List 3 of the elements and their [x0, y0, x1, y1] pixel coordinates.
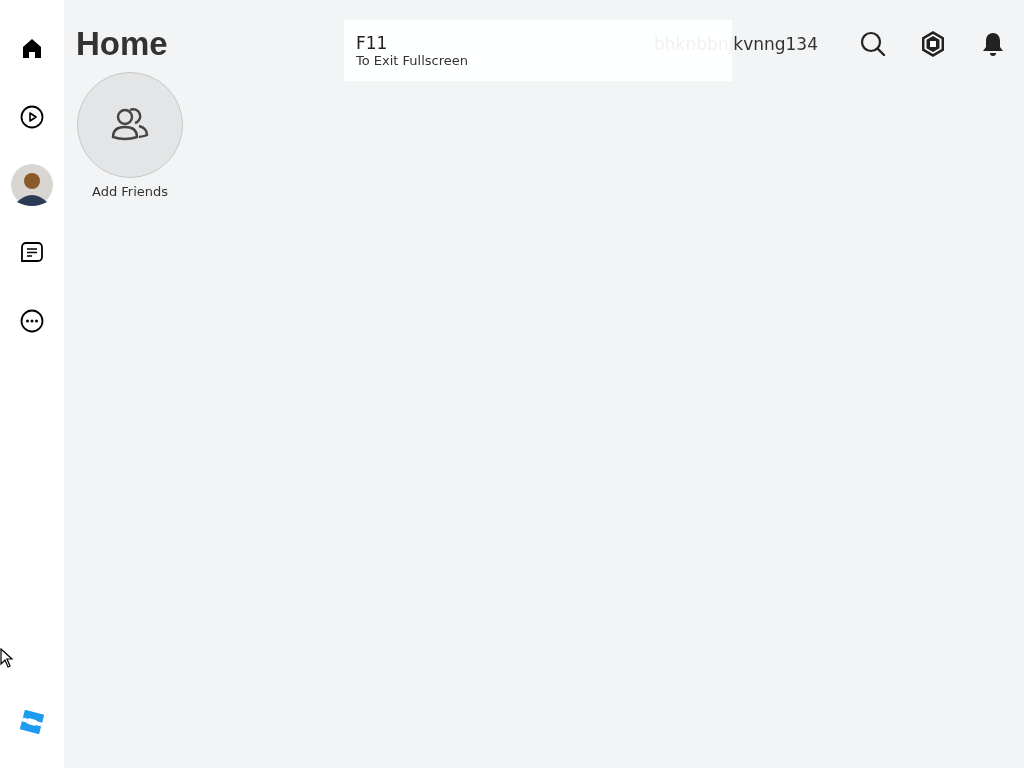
notice-text: To Exit Fullscreen: [356, 53, 469, 68]
friend-label: Add Friends: [91, 184, 169, 199]
page-title: Home: [76, 25, 168, 63]
